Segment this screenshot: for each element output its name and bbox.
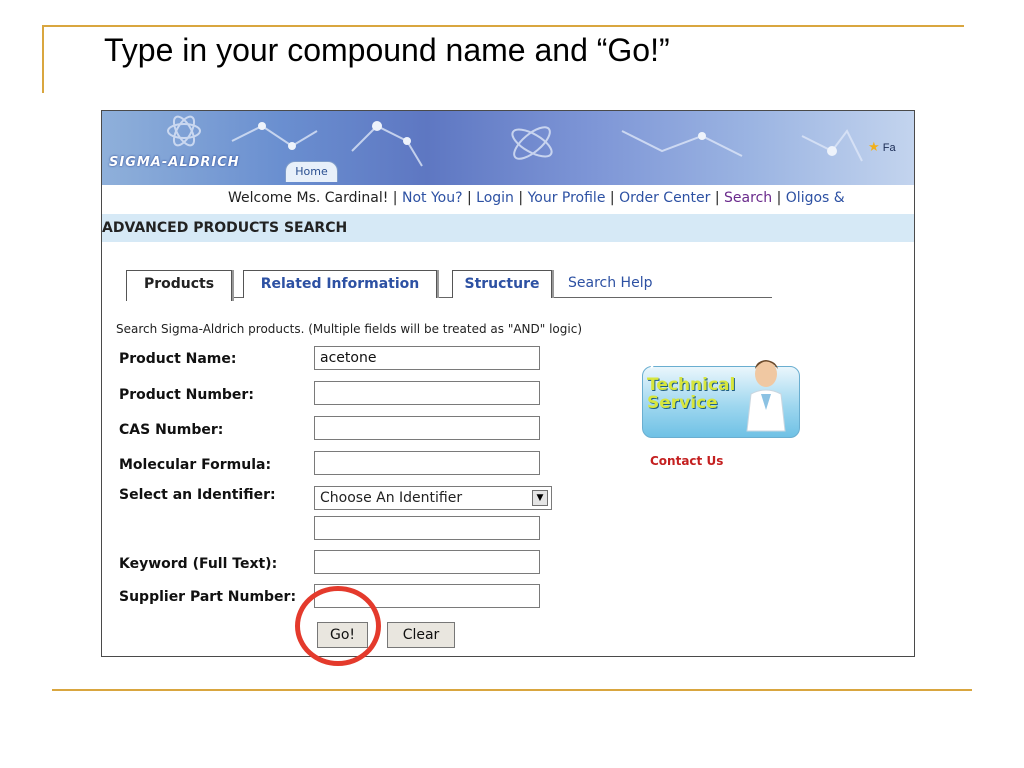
highlight-circle bbox=[295, 586, 381, 666]
product-name-input[interactable]: acetone bbox=[314, 346, 540, 370]
technical-service-promo[interactable]: Technical Service Contact Us bbox=[639, 336, 805, 468]
product-name-label: Product Name: bbox=[119, 351, 237, 367]
cas-number-input[interactable] bbox=[314, 416, 540, 440]
sigma-aldrich-logo[interactable]: SIGMA-ALDRICH bbox=[109, 155, 240, 170]
your-profile-link[interactable]: Your Profile bbox=[528, 190, 606, 206]
welcome-text: Welcome Ms. Cardinal! | bbox=[228, 190, 402, 206]
login-link[interactable]: Login bbox=[476, 190, 514, 206]
identifier-value-input[interactable] bbox=[314, 516, 540, 540]
molecular-formula-label: Molecular Formula: bbox=[119, 457, 272, 473]
not-you-link[interactable]: Not You? bbox=[402, 190, 463, 206]
identifier-selected-value: Choose An Identifier bbox=[320, 490, 463, 506]
slide-bottom-rule bbox=[52, 689, 972, 691]
search-help-link[interactable]: Search Help bbox=[568, 270, 668, 297]
molecule-artwork bbox=[167, 115, 863, 167]
section-title: ADVANCED PRODUCTS SEARCH bbox=[102, 214, 914, 242]
oligos-link[interactable]: Oligos & bbox=[786, 190, 845, 206]
order-center-link[interactable]: Order Center bbox=[619, 190, 710, 206]
slide-title: Type in your compound name and “Go!” bbox=[104, 32, 670, 68]
tab-structure[interactable]: Structure bbox=[452, 270, 552, 298]
home-tab[interactable]: Home bbox=[285, 161, 338, 182]
search-tabs: Products Related Information Structure S… bbox=[126, 268, 772, 301]
chevron-down-icon[interactable]: ▼ bbox=[532, 490, 548, 506]
keyword-label: Keyword (Full Text): bbox=[119, 556, 278, 572]
product-number-input[interactable] bbox=[314, 381, 540, 405]
product-number-label: Product Number: bbox=[119, 387, 254, 403]
slide-top-rule bbox=[42, 25, 964, 27]
technical-service-text: Technical Service bbox=[647, 376, 735, 412]
search-instructions: Search Sigma-Aldrich products. (Multiple… bbox=[116, 322, 583, 336]
identifier-select[interactable]: Choose An Identifier ▼ bbox=[314, 486, 552, 510]
clear-button[interactable]: Clear bbox=[387, 622, 455, 648]
slide-left-rule bbox=[42, 25, 44, 93]
favorites-label: Fa bbox=[882, 142, 896, 154]
cas-number-label: CAS Number: bbox=[119, 422, 224, 438]
contact-us-link[interactable]: Contact Us bbox=[650, 454, 723, 468]
search-link[interactable]: Search bbox=[724, 190, 772, 206]
site-banner: SIGMA-ALDRICH Home ★ Fa bbox=[102, 111, 914, 185]
promo-line-2: Service bbox=[647, 393, 718, 413]
star-icon: ★ bbox=[868, 139, 880, 154]
promo-line-1: Technical bbox=[647, 375, 736, 395]
identifier-label: Select an Identifier: bbox=[119, 487, 276, 503]
browser-screenshot: SIGMA-ALDRICH Home ★ Fa Welcome Ms. Card… bbox=[101, 110, 915, 657]
supplier-part-number-label: Supplier Part Number: bbox=[119, 589, 297, 605]
favorites-link[interactable]: ★ Fa bbox=[868, 139, 896, 155]
welcome-bar: Welcome Ms. Cardinal! | Not You? | Login… bbox=[102, 185, 914, 211]
keyword-input[interactable] bbox=[314, 550, 540, 574]
tab-products[interactable]: Products bbox=[126, 270, 232, 301]
molecular-formula-input[interactable] bbox=[314, 451, 540, 475]
tab-related-information[interactable]: Related Information bbox=[243, 270, 437, 298]
